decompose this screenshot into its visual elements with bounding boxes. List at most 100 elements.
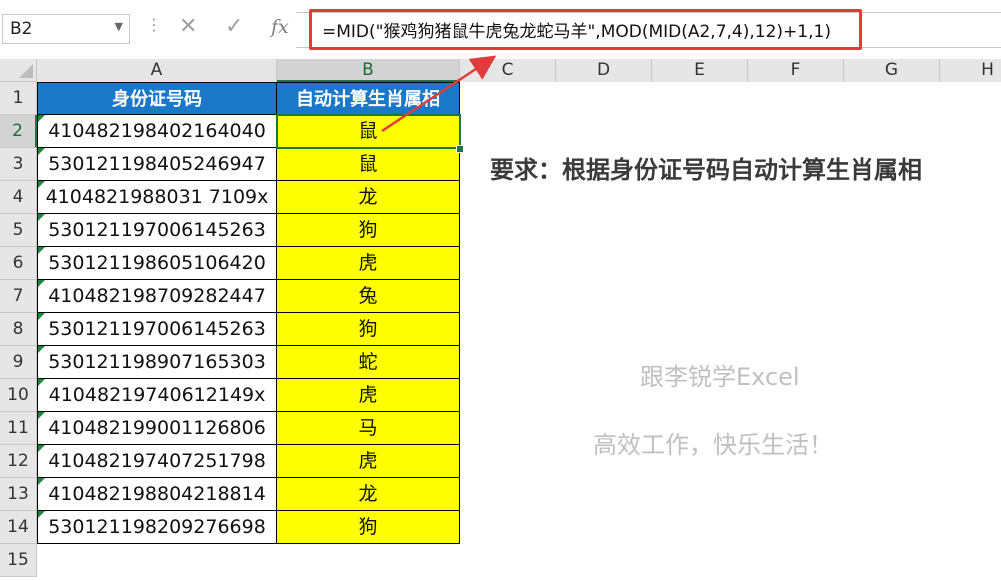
cell-zodiac[interactable]: 虎	[277, 247, 460, 280]
column-header-f[interactable]: F	[748, 59, 844, 82]
row-header-4[interactable]: 4	[0, 181, 37, 214]
error-indicator-icon	[38, 511, 45, 518]
cell-zodiac[interactable]: 虎	[277, 379, 460, 412]
header-id-number[interactable]: 身份证号码	[37, 82, 277, 115]
row-header-8[interactable]: 8	[0, 313, 37, 346]
zodiac-value: 鼠	[358, 153, 378, 175]
header-zodiac[interactable]: 自动计算生肖属相	[277, 82, 460, 115]
error-indicator-icon	[38, 445, 45, 452]
row-header-6[interactable]: 6	[0, 247, 37, 280]
row-header-1[interactable]: 1	[0, 82, 37, 115]
formula-highlight-box	[309, 9, 862, 50]
error-indicator-icon	[38, 346, 45, 353]
id-number-value: 410482199001126806	[48, 417, 266, 439]
zodiac-value: 狗	[358, 219, 378, 241]
column-header-b[interactable]: B	[277, 59, 460, 82]
column-header-g[interactable]: G	[844, 59, 940, 82]
id-number-value: 530121198209276698	[48, 516, 266, 538]
id-number-value: 530121197006145263	[48, 219, 266, 241]
zodiac-value: 虎	[358, 450, 378, 472]
error-indicator-icon	[38, 148, 45, 155]
enter-icon[interactable]: ✓	[225, 14, 243, 39]
error-indicator-icon	[38, 115, 45, 122]
id-number-value: 410482198402164040	[48, 120, 266, 142]
error-indicator-icon	[38, 313, 45, 320]
error-indicator-icon	[38, 412, 45, 419]
cell-zodiac[interactable]: 龙	[277, 478, 460, 511]
cell-id-number[interactable]: 530121198209276698	[37, 511, 277, 544]
row-header-11[interactable]: 11	[0, 412, 37, 445]
column-header-c[interactable]: C	[460, 59, 556, 82]
column-header-h[interactable]: H	[940, 59, 1001, 82]
zodiac-value: 鼠	[358, 120, 378, 142]
insert-function-button[interactable]: fx	[271, 16, 289, 38]
column-header-a[interactable]: A	[37, 59, 277, 82]
zodiac-value: 狗	[358, 516, 378, 538]
cell-id-number[interactable]: 530121197006145263	[37, 214, 277, 247]
cell-id-number[interactable]: 530121197006145263	[37, 313, 277, 346]
cell-zodiac[interactable]: 虎	[277, 445, 460, 478]
zodiac-value: 狗	[358, 318, 378, 340]
more-options-icon[interactable]: ⋮	[146, 15, 163, 34]
row-header-13[interactable]: 13	[0, 478, 37, 511]
zodiac-value: 龙	[358, 483, 378, 505]
cell-id-number[interactable]: 4104821988031 7109x	[37, 181, 277, 214]
zodiac-value: 马	[358, 417, 378, 439]
row-header-15[interactable]: 15	[0, 544, 37, 577]
cell-zodiac[interactable]: 蛇	[277, 346, 460, 379]
cell-id-number[interactable]: 410482197407251798	[37, 445, 277, 478]
zodiac-value: 兔	[358, 285, 378, 307]
row-header-10[interactable]: 10	[0, 379, 37, 412]
cell-id-number[interactable]: 410482198709282447	[37, 280, 277, 313]
cell-zodiac[interactable]: 马	[277, 412, 460, 445]
cell-zodiac[interactable]: 狗	[277, 214, 460, 247]
id-number-value: 41048219740612149x	[48, 384, 266, 406]
zodiac-value: 虎	[358, 384, 378, 406]
watermark-line1: 跟李锐学Excel	[640, 363, 800, 391]
cancel-icon[interactable]: ✕	[179, 14, 197, 39]
id-number-value: 410482198804218814	[48, 483, 266, 505]
row-header-14[interactable]: 14	[0, 511, 37, 544]
select-all-icon	[19, 64, 33, 78]
zodiac-value: 龙	[358, 186, 378, 208]
row-header-3[interactable]: 3	[0, 148, 37, 181]
row-header-12[interactable]: 12	[0, 445, 37, 478]
cell-id-number[interactable]: 530121198605106420	[37, 247, 277, 280]
id-number-value: 530121198405246947	[48, 153, 266, 175]
cell-id-number[interactable]: 410482198804218814	[37, 478, 277, 511]
error-indicator-icon	[38, 181, 45, 188]
fill-handle[interactable]	[456, 145, 464, 153]
error-indicator-icon	[38, 280, 45, 287]
cell-zodiac[interactable]: 狗	[277, 313, 460, 346]
column-header-e[interactable]: E	[652, 59, 748, 82]
cell-zodiac[interactable]: 龙	[277, 181, 460, 214]
row-header-5[interactable]: 5	[0, 214, 37, 247]
id-number-value: 4104821988031 7109x	[45, 186, 269, 208]
row-header-9[interactable]: 9	[0, 346, 37, 379]
zodiac-value: 蛇	[358, 351, 378, 373]
cell-id-number[interactable]: 410482198402164040	[37, 115, 277, 148]
row-header-2[interactable]: 2	[0, 115, 37, 148]
watermark-line2: 高效工作，快乐生活！	[593, 431, 833, 459]
select-all-corner[interactable]	[0, 59, 37, 82]
error-indicator-icon	[38, 379, 45, 386]
cell-id-number[interactable]: 530121198405246947	[37, 148, 277, 181]
zodiac-value: 虎	[358, 252, 378, 274]
cell-id-number[interactable]: 530121198907165303	[37, 346, 277, 379]
column-header-d[interactable]: D	[556, 59, 652, 82]
chevron-down-icon[interactable]: ▼	[115, 20, 123, 33]
row-header-7[interactable]: 7	[0, 280, 37, 313]
id-number-value: 410482197407251798	[48, 450, 266, 472]
error-indicator-icon	[38, 478, 45, 485]
cell-zodiac[interactable]: 鼠	[277, 115, 460, 148]
cell-zodiac[interactable]: 鼠	[277, 148, 460, 181]
cell-zodiac[interactable]: 狗	[277, 511, 460, 544]
cell-id-number[interactable]: 410482199001126806	[37, 412, 277, 445]
cell-id-number[interactable]: 41048219740612149x	[37, 379, 277, 412]
error-indicator-icon	[38, 247, 45, 254]
requirement-text: 要求：根据身份证号码自动计算生肖属相	[490, 156, 922, 184]
name-box[interactable]: B2 ▼	[2, 14, 130, 44]
cell-zodiac[interactable]: 兔	[277, 280, 460, 313]
id-number-value: 530121198907165303	[48, 351, 266, 373]
id-number-value: 530121198605106420	[48, 252, 266, 274]
